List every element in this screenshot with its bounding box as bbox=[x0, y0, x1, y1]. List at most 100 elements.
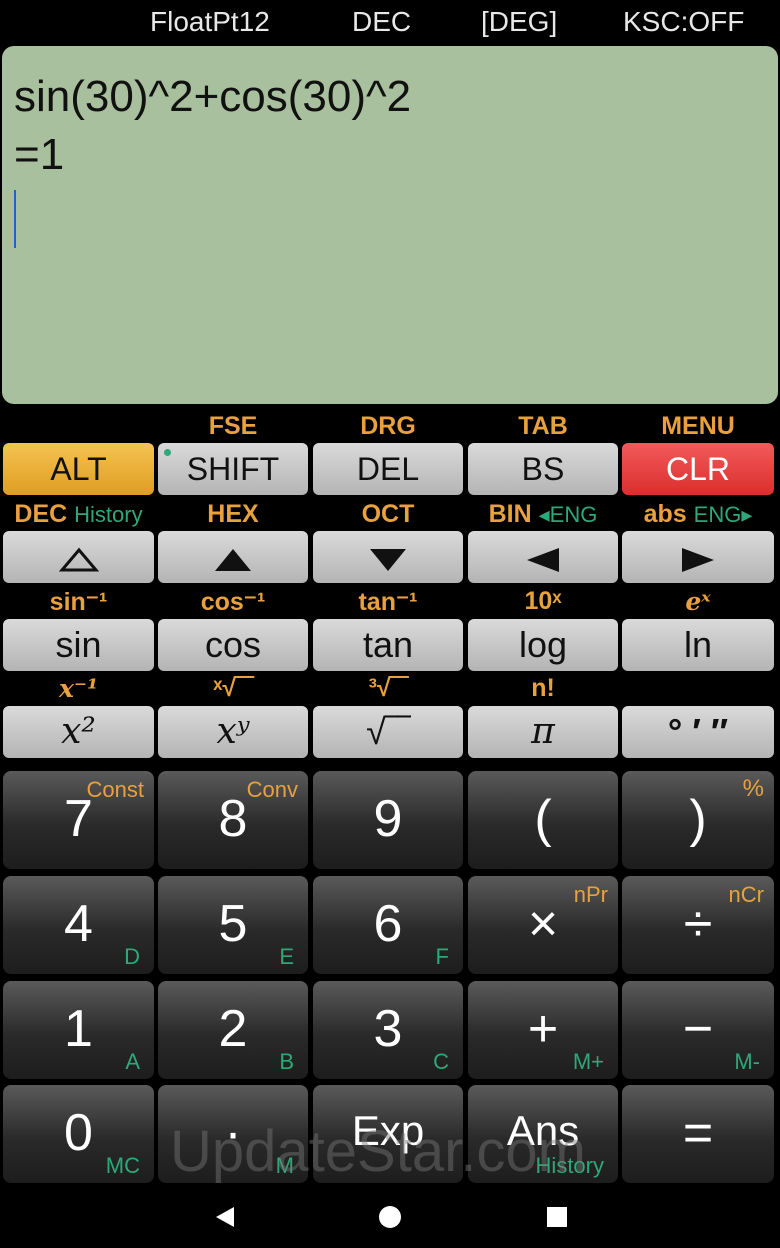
key-5[interactable]: 5E bbox=[158, 876, 308, 974]
key-minus[interactable]: − M- bbox=[622, 981, 774, 1079]
label-reciprocal: x⁻¹ bbox=[3, 674, 154, 704]
label-ten-power: 10ˣ bbox=[524, 587, 562, 615]
back-icon[interactable] bbox=[214, 1205, 236, 1229]
label-dec: DEC bbox=[14, 500, 68, 528]
clr-button[interactable]: CLR bbox=[622, 443, 774, 495]
triangle-outline-up-icon bbox=[58, 547, 99, 572]
key-5-hex: E bbox=[279, 944, 294, 969]
left-button[interactable] bbox=[468, 531, 618, 583]
label-e-power: eˣ bbox=[622, 587, 774, 617]
label-acos: cos⁻¹ bbox=[200, 588, 266, 616]
key-0-mem: MC bbox=[105, 1153, 140, 1178]
label-e-power-text: eˣ bbox=[685, 587, 711, 616]
key-8-alt: Conv bbox=[246, 777, 298, 802]
label-bin-eng: BIN ◂ENG bbox=[468, 500, 618, 529]
shift-button-label: SHIFT bbox=[186, 451, 280, 487]
key-open-paren[interactable]: ( bbox=[468, 771, 618, 869]
calculator-display[interactable]: sin(30)^2+cos(30)^2 =1 bbox=[2, 46, 778, 404]
status-bar: FloatPt12 DEC [DEG] KSC:OFF bbox=[0, 0, 780, 46]
key-exp[interactable]: Exp bbox=[313, 1085, 463, 1183]
key-8[interactable]: 8 Conv bbox=[158, 771, 308, 869]
key-6[interactable]: 6F bbox=[313, 876, 463, 974]
key-1-hex: A bbox=[125, 1049, 140, 1074]
key-minus-mem: M- bbox=[734, 1049, 760, 1074]
del-button[interactable]: DEL bbox=[313, 443, 463, 495]
key-close-paren[interactable]: )% bbox=[622, 771, 774, 869]
tan-button[interactable]: tan bbox=[313, 619, 463, 671]
key-0[interactable]: 0 MC bbox=[3, 1085, 154, 1183]
key-multiply-alt: nPr bbox=[573, 882, 608, 907]
cos-button[interactable]: cos bbox=[158, 619, 308, 671]
label-xroot: ˣ√‾‾ bbox=[213, 674, 253, 702]
recents-icon[interactable] bbox=[546, 1206, 568, 1228]
bs-button[interactable]: BS bbox=[468, 443, 618, 495]
label-abs: abs bbox=[643, 500, 687, 528]
right-button[interactable] bbox=[622, 531, 774, 583]
arrow-down-icon bbox=[370, 548, 406, 571]
sin-button[interactable]: sin bbox=[3, 619, 154, 671]
label-tab: TAB bbox=[518, 412, 568, 440]
down-button[interactable] bbox=[313, 531, 463, 583]
result-line: =1 bbox=[14, 130, 65, 179]
key-4-hex: D bbox=[124, 944, 140, 969]
alt-button[interactable]: ALT bbox=[3, 443, 154, 495]
key-exp-label: Exp bbox=[351, 1107, 425, 1154]
key-divide[interactable]: ÷ nCr bbox=[622, 876, 774, 974]
key-2[interactable]: 2B bbox=[158, 981, 308, 1079]
key-equals[interactable]: = bbox=[622, 1085, 774, 1183]
sqrt-button[interactable]: √‾‾ bbox=[313, 706, 463, 758]
key-plus-mem: M+ bbox=[572, 1049, 604, 1074]
key-7-alt: Const bbox=[86, 777, 144, 802]
angle-indicator: [DEG] bbox=[481, 6, 558, 37]
arrow-left-icon bbox=[527, 547, 559, 572]
up-button[interactable] bbox=[158, 531, 308, 583]
key-divide-alt: nCr bbox=[728, 882, 764, 907]
key-2-hex: B bbox=[279, 1049, 294, 1074]
label-history: History bbox=[74, 502, 143, 527]
key-plus[interactable]: + M+ bbox=[468, 981, 618, 1079]
base-indicator: DEC bbox=[352, 6, 412, 37]
dms-button[interactable]: ° ′ ″ bbox=[622, 706, 774, 758]
key-1[interactable]: 1A bbox=[3, 981, 154, 1079]
label-factorial: n! bbox=[531, 674, 555, 702]
shift-button[interactable]: SHIFT bbox=[158, 443, 308, 495]
ln-button[interactable]: ln bbox=[622, 619, 774, 671]
expression-line: sin(30)^2+cos(30)^2 bbox=[14, 72, 412, 121]
text-cursor bbox=[14, 190, 16, 248]
label-atan: tan⁻¹ bbox=[358, 588, 418, 616]
square-button[interactable]: x² bbox=[3, 706, 154, 758]
home-icon[interactable] bbox=[378, 1205, 402, 1229]
label-bin: BIN bbox=[488, 500, 532, 528]
pi-button[interactable]: π bbox=[468, 706, 618, 758]
label-reciprocal-text: x⁻¹ bbox=[58, 674, 99, 703]
arrow-up-icon bbox=[215, 548, 251, 571]
power-button[interactable]: xʸ bbox=[158, 706, 308, 758]
label-eng-right: ENG▸ bbox=[693, 502, 753, 527]
key-equals-label: = bbox=[682, 1104, 714, 1162]
key-decimal-mem: M bbox=[275, 1153, 294, 1178]
float-mode-indicator: FloatPt12 bbox=[150, 6, 270, 37]
key-ans-label: Ans bbox=[506, 1107, 580, 1154]
key-9[interactable]: 9 bbox=[313, 771, 463, 869]
label-cube-root: ³√‾‾ bbox=[368, 674, 408, 702]
key-7[interactable]: 7 Const bbox=[3, 771, 154, 869]
key-3-hex: C bbox=[433, 1049, 449, 1074]
label-abs-eng: abs ENG▸ bbox=[622, 500, 774, 529]
label-asin: sin⁻¹ bbox=[49, 588, 108, 616]
key-decimal[interactable]: · M bbox=[158, 1085, 308, 1183]
history-up-button[interactable] bbox=[3, 531, 154, 583]
key-3[interactable]: 3C bbox=[313, 981, 463, 1079]
key-close-paren-alt: % bbox=[742, 775, 764, 802]
label-dec-history: DEC History bbox=[3, 500, 154, 529]
ksc-indicator: KSC:OFF bbox=[623, 6, 745, 37]
key-9-label: 9 bbox=[373, 790, 403, 848]
shift-indicator-dot bbox=[164, 449, 171, 456]
key-multiply[interactable]: × nPr bbox=[468, 876, 618, 974]
arrow-right-icon bbox=[682, 547, 714, 572]
key-4[interactable]: 4D bbox=[3, 876, 154, 974]
label-drg: DRG bbox=[360, 412, 416, 440]
label-hex: HEX bbox=[207, 500, 259, 528]
log-button[interactable]: log bbox=[468, 619, 618, 671]
label-oct: OCT bbox=[361, 500, 415, 528]
key-ans[interactable]: Ans History bbox=[468, 1085, 618, 1183]
